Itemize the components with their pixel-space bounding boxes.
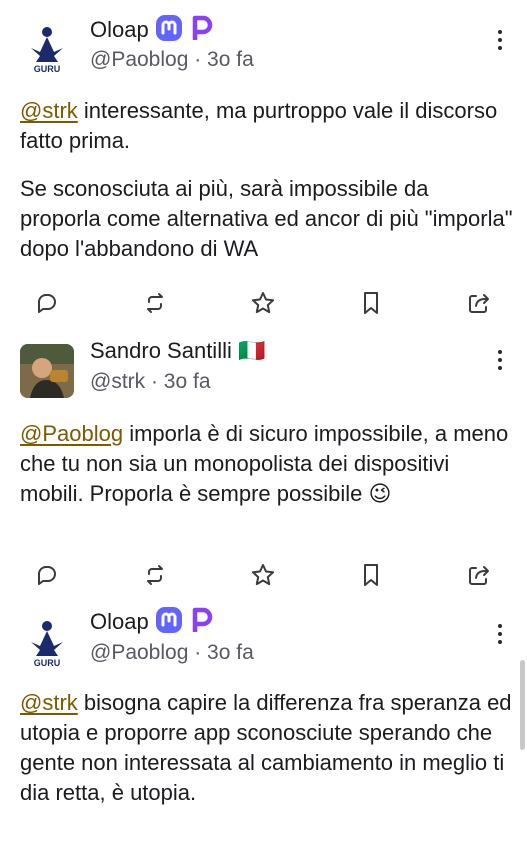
avatar[interactable]: GURU	[20, 616, 74, 670]
paragraph: @Paoblog imporla è di sicuro impossibile…	[20, 421, 509, 506]
pixelfed-badge-icon	[189, 606, 215, 640]
paragraph: @strk bisogna capire la differenza fra s…	[20, 690, 512, 805]
paragraph: Se sconosciuta ai più, sarà impossibile …	[20, 176, 513, 261]
profile-photo-icon	[20, 344, 74, 398]
avatar[interactable]: GURU	[20, 22, 74, 76]
post-content: @strk interessante, ma purtroppo vale il…	[20, 96, 515, 264]
italy-flag-icon: 🇮🇹	[238, 338, 266, 363]
pixelfed-badge-icon	[189, 14, 215, 48]
share-icon[interactable]	[464, 560, 494, 590]
mastodon-badge-icon	[155, 606, 183, 640]
guru-logo-icon: GURU	[20, 22, 74, 76]
boost-icon[interactable]	[140, 288, 170, 318]
handle: @Paoblog · 3o fa	[90, 48, 254, 71]
paragraph: @strk interessante, ma purtroppo vale il…	[20, 98, 498, 153]
boost-icon[interactable]	[140, 560, 170, 590]
avatar[interactable]	[20, 344, 74, 398]
bookmark-icon[interactable]	[356, 560, 386, 590]
favourite-icon[interactable]	[248, 288, 278, 318]
display-name[interactable]: Oloap	[90, 606, 215, 640]
more-options-icon[interactable]	[490, 30, 510, 56]
action-bar	[0, 288, 527, 318]
favourite-icon[interactable]	[248, 560, 278, 590]
mention-link[interactable]: @Paoblog	[20, 421, 123, 446]
display-name[interactable]: Oloap	[90, 14, 215, 48]
handle: @strk · 3o fa	[90, 370, 211, 393]
reply-icon[interactable]	[32, 560, 62, 590]
avatar-label: GURU	[34, 64, 61, 74]
action-bar	[0, 560, 527, 590]
bookmark-icon[interactable]	[356, 288, 386, 318]
more-options-icon[interactable]	[490, 624, 510, 650]
mention-link[interactable]: @strk	[20, 98, 78, 123]
handle: @Paoblog · 3o fa	[90, 641, 254, 664]
more-options-icon[interactable]	[490, 350, 510, 376]
guru-logo-icon: GURU	[20, 616, 74, 670]
share-icon[interactable]	[464, 288, 494, 318]
mention-link[interactable]: @strk	[20, 690, 78, 715]
avatar-label: GURU	[34, 658, 61, 668]
post-content: @strk bisogna capire la differenza fra s…	[20, 688, 515, 808]
reply-icon[interactable]	[32, 288, 62, 318]
post-content: @Paoblog imporla è di sicuro impossibile…	[20, 419, 515, 509]
scrollbar[interactable]	[520, 660, 525, 750]
display-name[interactable]: Sandro Santilli 🇮🇹	[90, 338, 265, 364]
mastodon-badge-icon	[155, 14, 183, 48]
